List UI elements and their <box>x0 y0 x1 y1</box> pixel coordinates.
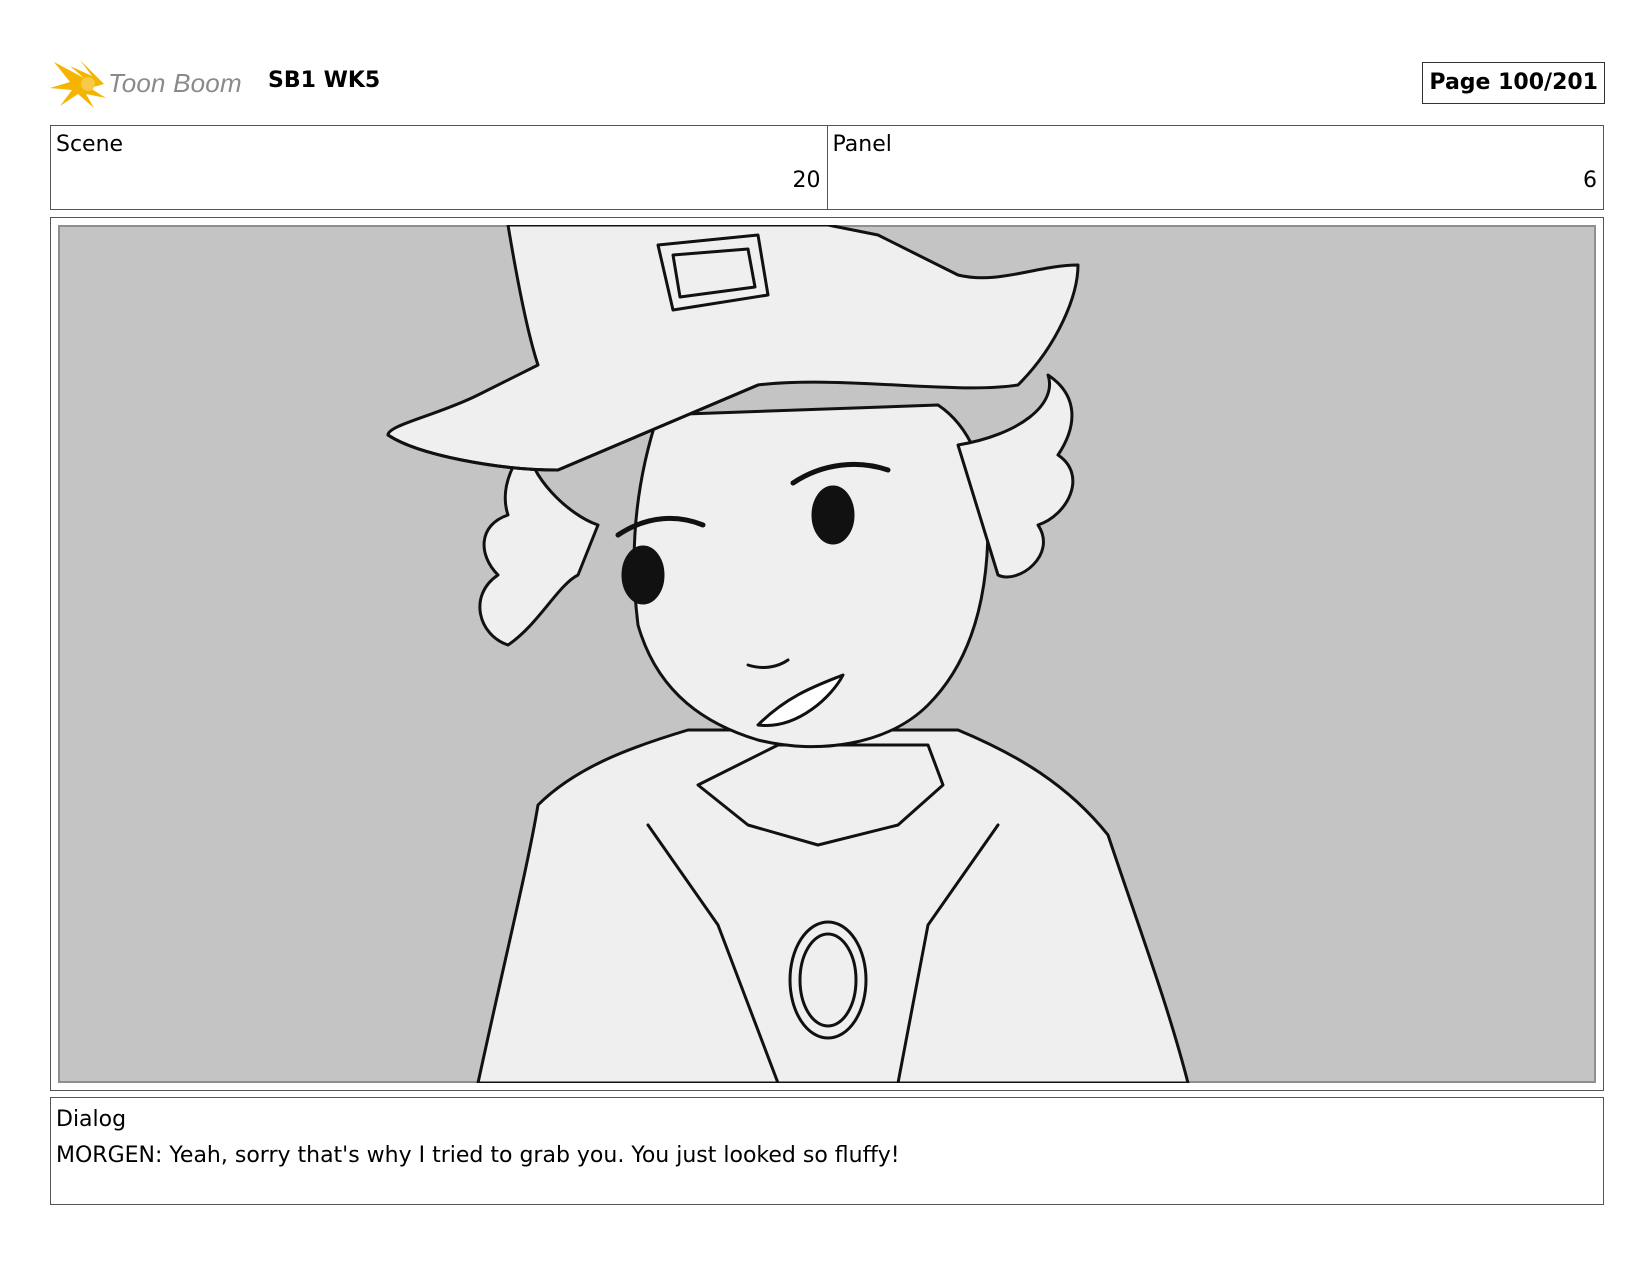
panel-label: Panel <box>832 132 892 157</box>
panel-value: 6 <box>1583 168 1597 193</box>
logo-text: Toon Boom <box>108 67 242 98</box>
left-eye <box>621 545 665 605</box>
right-eye <box>811 485 855 545</box>
page-indicator: Page 100/201 <box>1422 62 1605 104</box>
project-title: SB1 WK5 <box>268 68 381 93</box>
storyboard-frame <box>50 217 1604 1091</box>
toon-boom-logo: Toon Boom <box>50 58 242 108</box>
scene-cell: Scene 20 <box>51 126 828 209</box>
dialog-box: Dialog MORGEN: Yeah, sorry that's why I … <box>50 1097 1604 1205</box>
dialog-label: Dialog <box>56 1107 127 1132</box>
scene-label: Scene <box>56 132 124 157</box>
panel-cell: Panel 6 <box>828 126 1604 209</box>
page-header: Toon Boom SB1 WK5 Page 100/201 <box>50 54 1605 110</box>
scene-panel-info: Scene 20 Panel 6 <box>50 125 1604 210</box>
dialog-text: MORGEN: Yeah, sorry that's why I tried t… <box>56 1143 900 1168</box>
storyboard-drawing <box>58 225 1596 1083</box>
scene-value: 20 <box>792 168 821 193</box>
starburst-icon <box>50 60 106 108</box>
